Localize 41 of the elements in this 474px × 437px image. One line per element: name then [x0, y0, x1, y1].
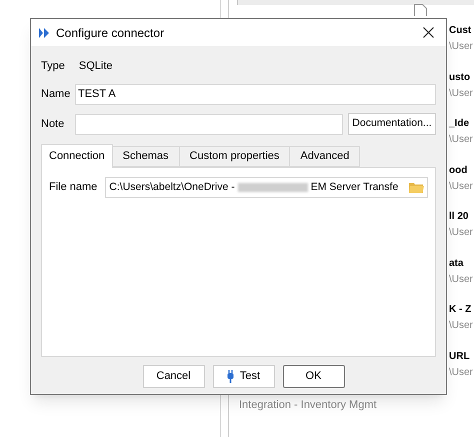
item-path: \User	[449, 226, 473, 239]
tab[interactable]: Schemas	[112, 146, 180, 167]
note-label: Note	[41, 116, 66, 132]
name-field[interactable]: TEST A	[75, 84, 436, 104]
file-name-field[interactable]: C:\Users\abeltz\OneDrive - EM Server Transfe	[105, 177, 428, 198]
tab[interactable]: Connection	[41, 144, 113, 168]
item-title: URL	[449, 350, 471, 362]
file-name-label: File name	[49, 180, 98, 196]
app-icon	[39, 28, 50, 38]
tab[interactable]: Custom properties	[180, 146, 290, 167]
item-title: Integration - Inventory Mgmt	[239, 398, 377, 413]
item-title: K - Z	[449, 303, 472, 316]
name-label: Name	[41, 86, 72, 102]
item-path: \User	[449, 133, 473, 146]
item-path: \User	[449, 86, 473, 100]
item-title: usto	[449, 70, 472, 84]
item-path: \User	[449, 180, 473, 192]
window-title: Configure connector	[56, 24, 164, 42]
item-path: \User	[449, 272, 473, 286]
documentation-button[interactable]: Documentation...	[348, 113, 436, 135]
note-field[interactable]	[75, 114, 343, 134]
item-path: \User	[449, 40, 473, 53]
item-title: ood	[449, 164, 468, 176]
test-button[interactable]: Test	[212, 365, 274, 388]
type-label: Type	[41, 58, 65, 74]
item-title: ll 20	[449, 210, 470, 223]
path-start: C:\Users\abeltz\OneDrive -	[109, 180, 235, 195]
tab[interactable]: Advanced	[290, 146, 360, 167]
plug-icon	[226, 370, 234, 383]
type-value: SQLite	[78, 58, 112, 74]
path-end: EM Server Transfe	[310, 180, 398, 195]
item-title: _Ide	[449, 117, 470, 130]
item-title: Cust	[449, 24, 472, 37]
ok-button[interactable]: OK	[282, 365, 344, 388]
folder-icon[interactable]	[409, 182, 424, 194]
cancel-button[interactable]: Cancel	[142, 365, 204, 388]
item-path: \User	[449, 366, 473, 378]
item-path: \User	[449, 319, 473, 332]
close-icon	[422, 27, 434, 38]
item-title: ata	[449, 256, 464, 270]
redacted-blur	[238, 183, 308, 192]
